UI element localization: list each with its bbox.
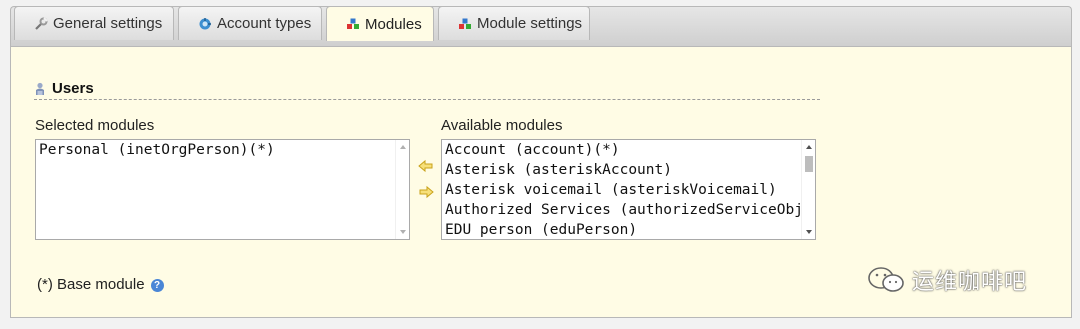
base-module-text: (*) Base module — [37, 276, 145, 293]
section-divider — [34, 99, 820, 100]
account-types-icon — [198, 17, 212, 31]
wechat-icon — [866, 265, 906, 295]
section-title: Users — [34, 80, 94, 97]
watermark-text: 运维咖啡吧 — [912, 270, 1028, 295]
tab-label: Modules — [365, 15, 422, 33]
modules-icon — [346, 17, 360, 31]
user-icon — [34, 82, 46, 96]
selected-modules-list[interactable]: Personal (inetOrgPerson)(*) — [35, 139, 410, 240]
scrollbar[interactable] — [801, 140, 815, 239]
available-modules-label: Available modules — [441, 117, 563, 134]
scrollbar[interactable] — [395, 140, 409, 239]
move-right-arrow-icon[interactable] — [418, 185, 434, 199]
module-settings-icon — [458, 17, 472, 31]
list-item[interactable]: EDU person (eduPerson) — [442, 220, 815, 239]
list-item[interactable]: Asterisk voicemail (asteriskVoicemail) — [442, 180, 815, 200]
available-modules-list[interactable]: Account (account)(*) Asterisk (asteriskA… — [441, 139, 816, 240]
list-item[interactable]: Account (account)(*) — [442, 140, 815, 160]
base-module-note: (*) Base module? — [37, 276, 164, 293]
tab-account-types[interactable]: Account types — [178, 6, 322, 40]
tab-label: Account types — [217, 15, 312, 32]
tab-label: Module settings — [477, 15, 583, 32]
list-item[interactable]: Personal (inetOrgPerson)(*) — [36, 140, 409, 160]
tab-module-settings[interactable]: Module settings — [438, 6, 590, 40]
tab-label: General settings — [53, 15, 163, 32]
tab-general-settings[interactable]: General settings — [14, 6, 174, 40]
help-icon[interactable]: ? — [150, 278, 164, 292]
watermark: 运维咖啡吧 — [866, 264, 1027, 296]
list-item[interactable]: Authorized Services (authorizedServiceOb… — [442, 200, 815, 220]
move-left-arrow-icon[interactable] — [418, 159, 434, 173]
wrench-icon — [34, 16, 48, 31]
list-item[interactable]: Asterisk (asteriskAccount) — [442, 160, 815, 180]
section-title-text: Users — [52, 80, 94, 97]
selected-modules-label: Selected modules — [35, 117, 155, 134]
tab-modules[interactable]: Modules — [326, 6, 434, 41]
